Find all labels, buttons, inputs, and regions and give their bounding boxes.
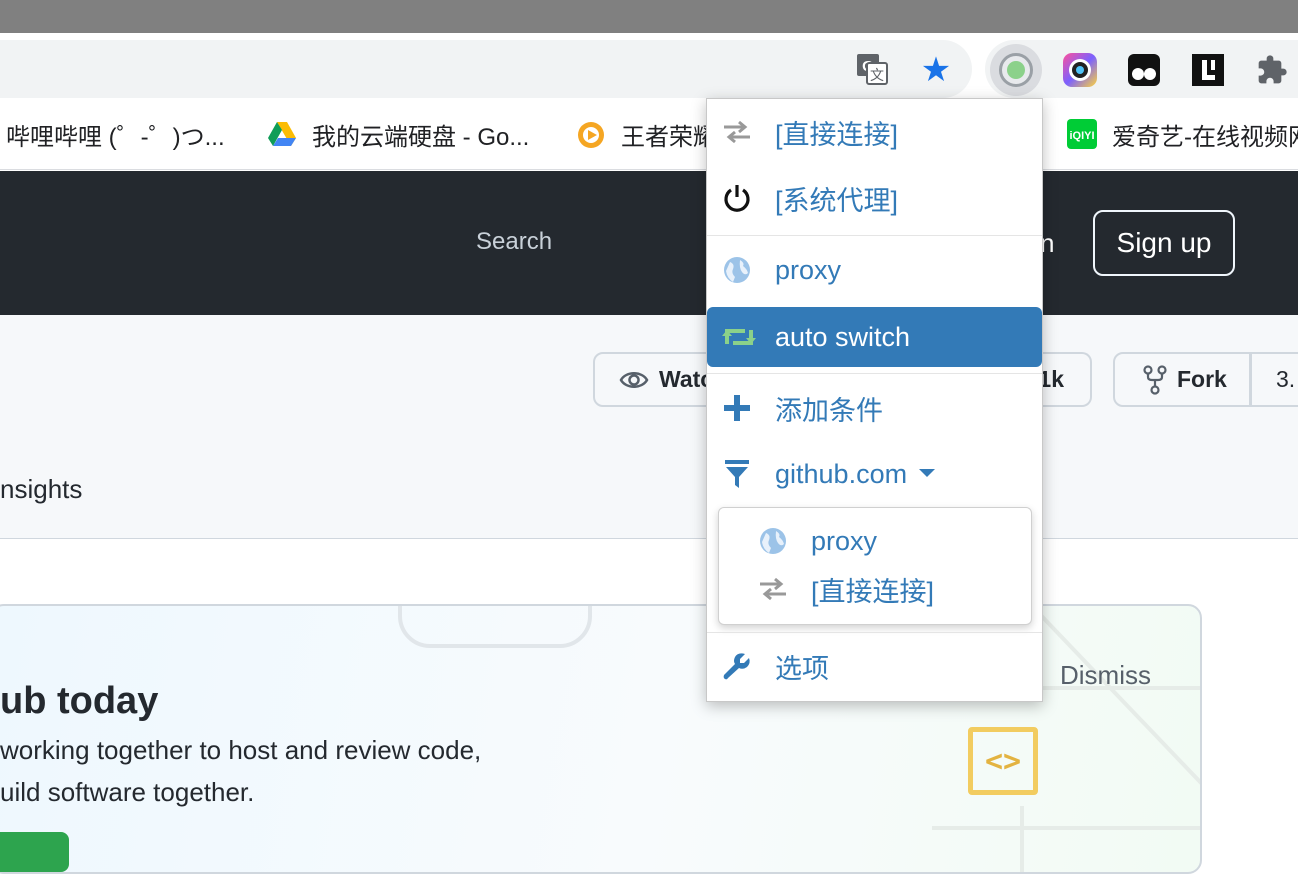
dismiss-button[interactable]: Dismiss bbox=[1060, 660, 1151, 691]
direct-arrows-icon bbox=[721, 116, 753, 148]
code-icon: <> bbox=[968, 727, 1038, 795]
repo-header bbox=[0, 315, 1298, 539]
menu-item-system-proxy[interactable]: [系统代理] bbox=[707, 168, 1042, 228]
power-icon bbox=[721, 182, 753, 214]
banner-text-line: uild software together. bbox=[0, 777, 255, 807]
menu-item-label: [直接连接] bbox=[775, 119, 899, 150]
bookmark-label: 王者荣耀 bbox=[621, 123, 717, 151]
retweet-icon bbox=[721, 321, 757, 353]
dropdown-item-direct[interactable]: [直接连接] bbox=[719, 567, 1031, 611]
window-title-bar bbox=[0, 0, 1298, 33]
menu-item-proxy[interactable]: proxy bbox=[707, 240, 1042, 300]
direct-arrows-icon bbox=[757, 573, 789, 605]
globe-icon bbox=[721, 254, 753, 286]
eye-icon bbox=[619, 369, 649, 391]
bookmark-label: 哔哩哔哩 (゜-゜)つ... bbox=[6, 123, 225, 151]
banner-heading: ub today bbox=[0, 680, 159, 722]
tampermonkey-icon[interactable] bbox=[1124, 50, 1164, 90]
signup-green-button[interactable] bbox=[0, 832, 69, 872]
menu-item-direct[interactable]: [直接连接] bbox=[707, 102, 1042, 162]
bookmark-iqiyi[interactable]: iQIYI 爱奇艺-在线视频网 bbox=[1066, 116, 1298, 152]
menu-item-add-condition[interactable]: 添加条件 bbox=[707, 378, 1042, 438]
bookmark-label: 爱奇艺-在线视频网 bbox=[1112, 123, 1298, 151]
watch-label: Watc bbox=[659, 366, 714, 392]
tab-insights[interactable]: nsights bbox=[0, 474, 82, 505]
plus-icon bbox=[721, 392, 753, 424]
fork-label: Fork bbox=[1177, 366, 1227, 392]
menu-item-github-condition[interactable]: github.com bbox=[707, 444, 1042, 504]
sign-up-button[interactable]: Sign up bbox=[1093, 210, 1235, 276]
menu-item-auto-switch[interactable]: auto switch bbox=[707, 307, 1042, 367]
search-link[interactable]: Search bbox=[476, 228, 552, 256]
game-icon bbox=[575, 118, 607, 150]
proxy-switch-icon[interactable] bbox=[990, 44, 1042, 96]
menu-divider bbox=[707, 373, 1042, 374]
proxy-switch-popup: [直接连接] [系统代理] proxy auto switch 添加条件 git… bbox=[706, 98, 1043, 702]
globe-icon bbox=[757, 525, 789, 557]
bookmark-bilibili[interactable]: 哔哩哔哩 (゜-゜)つ... bbox=[6, 116, 225, 152]
letter-l-icon[interactable] bbox=[1188, 50, 1228, 90]
bookmark-label: 我的云端硬盘 - Go... bbox=[312, 123, 530, 151]
fork-count[interactable]: 3. bbox=[1250, 352, 1298, 407]
dropdown-item-proxy[interactable]: proxy bbox=[719, 519, 1031, 563]
dropdown-item-label: proxy bbox=[811, 525, 878, 556]
menu-item-options[interactable]: 选项 bbox=[707, 636, 1042, 696]
menu-item-label: proxy bbox=[775, 254, 842, 285]
svg-text:文: 文 bbox=[870, 67, 884, 83]
menu-item-label: 添加条件 bbox=[775, 395, 883, 426]
menu-divider bbox=[707, 632, 1042, 633]
fork-button[interactable]: Fork bbox=[1113, 352, 1251, 407]
svg-text:iQIYI: iQIYI bbox=[1069, 130, 1094, 142]
wrench-icon bbox=[721, 650, 753, 682]
bookmark-game[interactable]: 王者荣耀 bbox=[575, 116, 717, 152]
translate-icon[interactable]: G 文 bbox=[853, 50, 891, 88]
menu-item-label: auto switch bbox=[775, 321, 911, 352]
puzzle-icon[interactable] bbox=[1252, 50, 1292, 90]
bookmark-google-drive[interactable]: 我的云端硬盘 - Go... bbox=[266, 116, 529, 152]
fork-icon bbox=[1143, 364, 1167, 395]
menu-divider bbox=[707, 235, 1042, 236]
menu-item-label: github.com bbox=[775, 459, 936, 490]
banner-text-line: working together to host and review code… bbox=[0, 735, 482, 765]
chevron-down-icon bbox=[919, 469, 936, 478]
filter-icon bbox=[721, 458, 753, 490]
iqiyi-icon: iQIYI bbox=[1066, 118, 1098, 150]
colorful-camera-icon[interactable] bbox=[1060, 50, 1100, 90]
menu-item-label: 选项 bbox=[775, 653, 829, 684]
dropdown-item-label: [直接连接] bbox=[811, 576, 935, 607]
google-drive-icon bbox=[266, 118, 298, 150]
condition-dropdown: proxy [直接连接] bbox=[718, 507, 1032, 625]
address-bar[interactable] bbox=[0, 40, 972, 98]
bookmark-star-icon[interactable]: ★ bbox=[916, 50, 956, 90]
menu-item-label: [系统代理] bbox=[775, 185, 899, 216]
